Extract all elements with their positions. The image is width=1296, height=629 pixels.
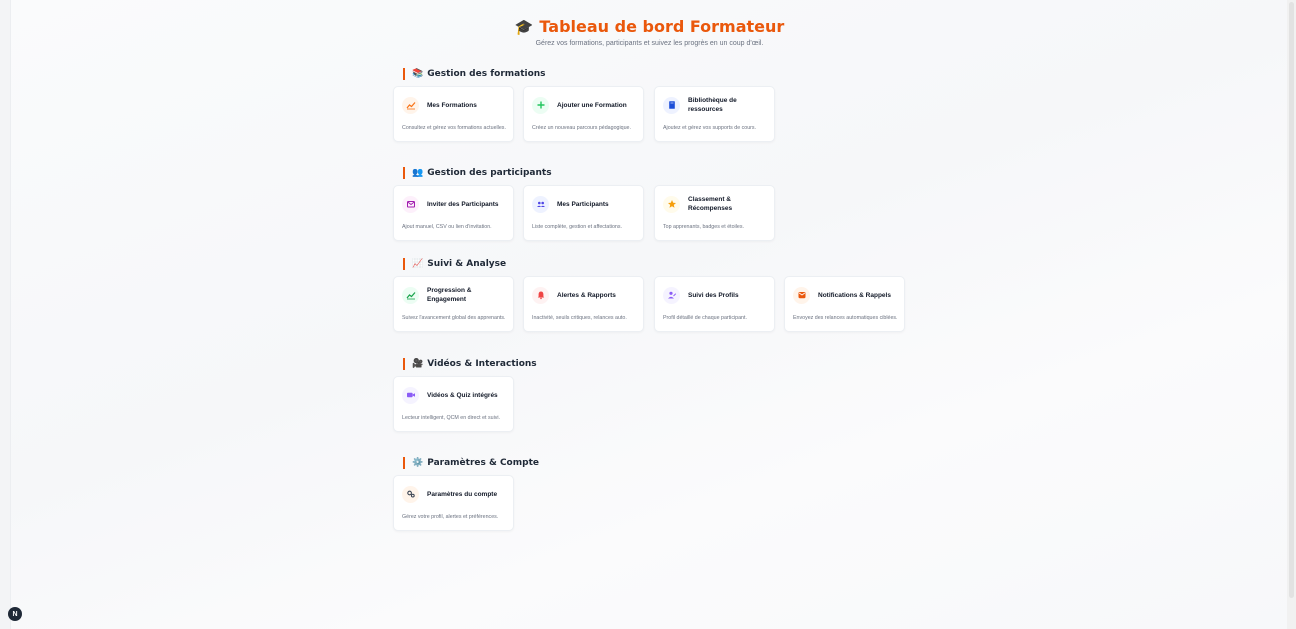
card-title: Mes Formations xyxy=(427,101,477,109)
card-description: Consultez et gérez vos formations actuel… xyxy=(402,125,506,131)
bell-icon xyxy=(532,286,549,304)
card-alertes[interactable]: Alertes & Rapports Inactivité, seuils cr… xyxy=(523,276,644,332)
card-parametres-compte[interactable]: Paramètres du compte Gérez votre profil,… xyxy=(393,475,514,531)
card-title: Bibliothèque de ressources xyxy=(688,97,737,113)
section-title-formations: 📚 Gestion des formations xyxy=(403,68,546,80)
card-mes-participants[interactable]: Mes Participants Liste complète, gestion… xyxy=(523,185,644,241)
card-title: Paramètres du compte xyxy=(427,490,498,498)
card-description: Liste complète, gestion et affectations. xyxy=(532,224,623,230)
section-title-text: Suivi & Analyse xyxy=(427,259,507,269)
section-title-text: Gestion des participants xyxy=(427,168,552,178)
section-title-participants: 👥 Gestion des participants xyxy=(403,167,552,179)
card-title: Inviter des Participants xyxy=(427,200,499,208)
card-description: Suivez l'avancement global des apprenant… xyxy=(402,315,506,321)
section-title-text: Paramètres & Compte xyxy=(427,458,539,468)
section-title-text: Gestion des formations xyxy=(427,69,546,79)
card-title: Vidéos & Quiz intégrés xyxy=(427,391,498,399)
card-suivi-profils[interactable]: Suivi des Profils Profil détaillé de cha… xyxy=(654,276,775,332)
books-icon: 📚 xyxy=(412,69,424,79)
card-bibliotheque[interactable]: Bibliothèque de ressources Ajoutez et gé… xyxy=(654,86,775,142)
card-videos-quiz[interactable]: Vidéos & Quiz intégrés Lecteur intellige… xyxy=(393,376,514,432)
video-icon xyxy=(402,386,419,404)
users-icon xyxy=(532,195,549,213)
card-ajouter-formation[interactable]: Ajouter une Formation Créez un nouveau p… xyxy=(523,86,644,142)
chart-increasing-icon: 📈 xyxy=(412,259,424,269)
page-title-text: Tableau de bord Formateur xyxy=(539,17,785,36)
gear-icon: ⚙️ xyxy=(412,458,424,468)
card-title: Suivi des Profils xyxy=(688,291,739,299)
card-description: Créez un nouveau parcours pédagogique. xyxy=(532,125,631,131)
card-title: Classement & Récompenses xyxy=(688,196,733,212)
section-title-text: Vidéos & Interactions xyxy=(427,359,537,369)
graduation-cap-icon: 🎓 xyxy=(514,18,534,36)
card-title: Mes Participants xyxy=(557,200,609,208)
card-title: Progression & Engagement xyxy=(427,287,472,303)
dev-tools-button[interactable]: N xyxy=(8,607,22,621)
book-icon xyxy=(663,96,680,114)
people-icon: 👥 xyxy=(412,168,424,178)
star-icon xyxy=(663,195,680,213)
card-description: Profil détaillé de chaque participant. xyxy=(663,315,747,321)
envelope-icon xyxy=(402,195,419,213)
section-title-videos: 🎥 Vidéos & Interactions xyxy=(403,358,537,370)
card-description: Inactivité, seuils critiques, relances a… xyxy=(532,315,627,321)
card-description: Envoyez des relances automatiques ciblée… xyxy=(793,315,898,321)
user-edit-icon xyxy=(663,286,680,304)
page: 🎓 Tableau de bord Formateur Gérez vos fo… xyxy=(10,0,1287,629)
card-title: Ajouter une Formation xyxy=(557,101,627,109)
scrollbar[interactable] xyxy=(1287,0,1296,629)
gears-icon xyxy=(402,485,419,503)
card-description: Ajoutez et gérez vos supports de cours. xyxy=(663,125,757,131)
section-title-suivi: 📈 Suivi & Analyse xyxy=(403,258,506,270)
card-description: Top apprenants, badges et étoiles. xyxy=(663,224,744,230)
page-header: 🎓 Tableau de bord Formateur Gérez vos fo… xyxy=(11,17,1288,47)
chart-icon xyxy=(402,96,419,114)
card-title: Notifications & Rappels xyxy=(818,291,891,299)
trend-icon xyxy=(402,286,419,304)
card-description: Gérez votre profil, alertes et préférenc… xyxy=(402,514,499,520)
movie-camera-icon: 🎥 xyxy=(412,359,424,369)
notification-icon xyxy=(793,286,810,304)
card-notifications[interactable]: Notifications & Rappels Envoyez des rela… xyxy=(784,276,905,332)
card-inviter-participants[interactable]: Inviter des Participants Ajout manuel, C… xyxy=(393,185,514,241)
card-classement[interactable]: Classement & Récompenses Top apprenants,… xyxy=(654,185,775,241)
scrollbar-thumb[interactable] xyxy=(1289,2,1294,598)
card-description: Lecteur intelligent, QCM en direct et su… xyxy=(402,415,501,421)
card-mes-formations[interactable]: Mes Formations Consultez et gérez vos fo… xyxy=(393,86,514,142)
plus-icon xyxy=(532,96,549,114)
card-title: Alertes & Rapports xyxy=(557,291,616,299)
section-title-parametres: ⚙️ Paramètres & Compte xyxy=(403,457,539,469)
card-description: Ajout manuel, CSV ou lien d'invitation. xyxy=(402,224,492,230)
page-title: 🎓 Tableau de bord Formateur xyxy=(515,17,785,37)
card-progression[interactable]: Progression & Engagement Suivez l'avance… xyxy=(393,276,514,332)
page-subtitle: Gérez vos formations, participants et su… xyxy=(535,40,764,47)
